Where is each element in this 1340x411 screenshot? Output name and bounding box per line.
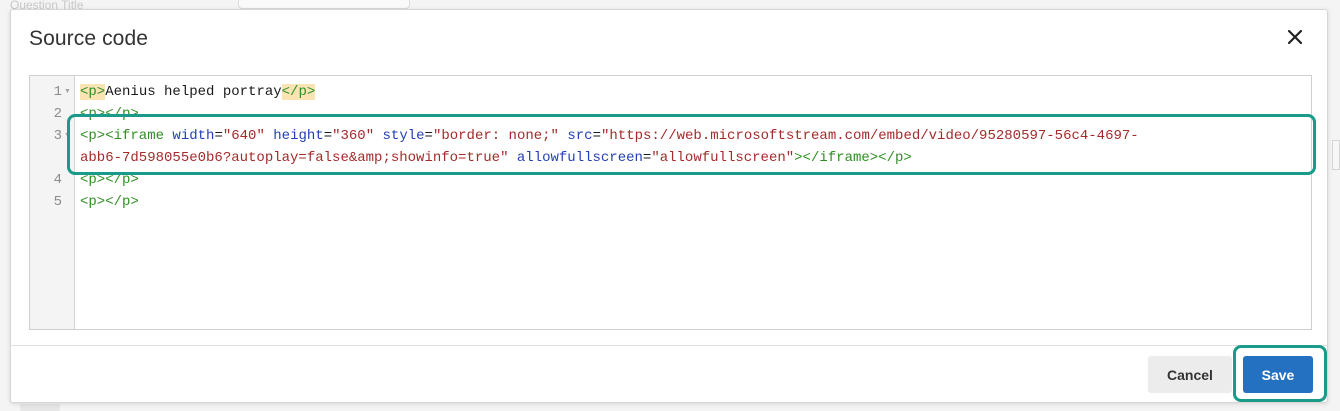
line-number: 1	[53, 84, 62, 100]
dialog-title: Source code	[29, 27, 149, 50]
fold-arrow-icon[interactable]: ▼	[64, 81, 71, 103]
cancel-button[interactable]: Cancel	[1148, 356, 1232, 393]
save-button-highlight	[1233, 345, 1327, 402]
source-code-dialog: Source code 1 ▼ 2 3 ▼ 4 5 <p>Aenius help…	[10, 9, 1328, 403]
matched-open-tag: <p>	[80, 84, 106, 100]
line-number: 4	[53, 172, 62, 188]
line-number: 5	[53, 194, 62, 210]
line-number: 3	[53, 128, 62, 144]
code-line-5: <p></p>	[80, 191, 1305, 213]
background-field	[238, 0, 410, 9]
code-text: Aenius helped portray	[105, 84, 282, 100]
code-tag: <p></p>	[80, 194, 139, 210]
line-number: 2	[53, 106, 62, 122]
background-side-tab	[1332, 140, 1340, 170]
dialog-header: Source code	[11, 10, 1327, 68]
matched-close-tag: </p>	[281, 84, 316, 100]
code-line-1: <p>Aenius helped portray</p>	[80, 81, 1305, 103]
background-strip	[20, 404, 60, 411]
close-icon[interactable]	[1285, 27, 1305, 47]
iframe-line-highlight	[67, 114, 1316, 175]
dialog-footer: Cancel Save	[11, 345, 1327, 402]
line-number-gutter: 1 ▼ 2 3 ▼ 4 5	[30, 76, 75, 329]
